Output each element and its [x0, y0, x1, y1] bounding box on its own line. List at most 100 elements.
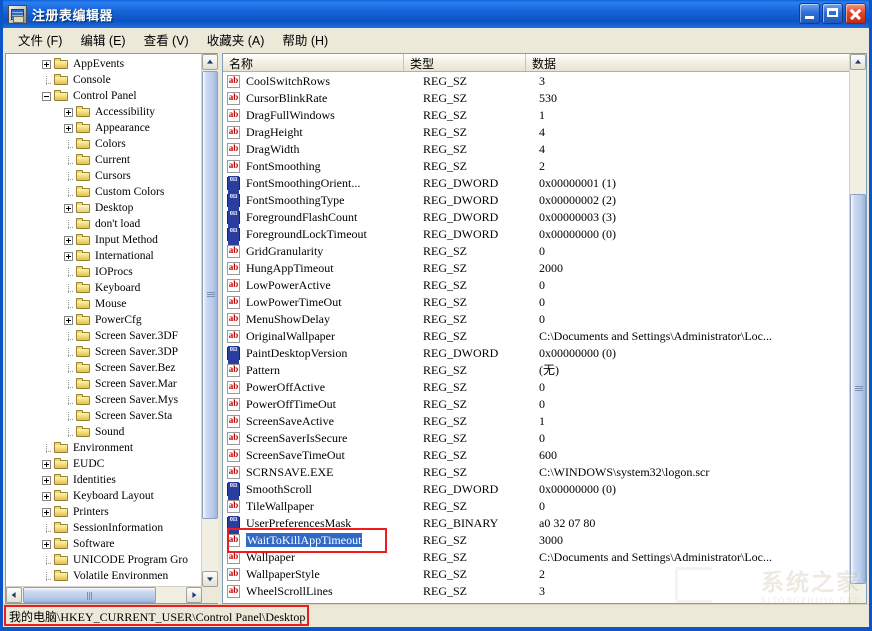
expand-plus-icon[interactable] — [42, 540, 51, 549]
table-row[interactable]: HungAppTimeoutREG_SZ2000 — [223, 260, 849, 277]
table-row[interactable]: LowPowerActiveREG_SZ0 — [223, 277, 849, 294]
expand-plus-icon[interactable] — [64, 108, 73, 117]
menu-item-favorites[interactable]: 收藏夹 (A) — [198, 28, 274, 51]
table-row[interactable]: DragWidthREG_SZ4 — [223, 141, 849, 158]
tree-item-cursors[interactable]: Cursors — [6, 168, 202, 184]
tree-scroll-right-button[interactable] — [186, 587, 202, 603]
tree-item-identities[interactable]: Identities — [6, 472, 202, 488]
tree-item-current[interactable]: Current — [6, 152, 202, 168]
tree-item-international[interactable]: International — [6, 248, 202, 264]
table-row[interactable]: WheelScrollLinesREG_SZ3 — [223, 583, 849, 600]
tree-item-console[interactable]: Console — [6, 72, 202, 88]
tree-item-environment[interactable]: Environment — [6, 440, 202, 456]
table-row[interactable]: SCRNSAVE.EXEREG_SZC:\WINDOWS\system32\lo… — [223, 464, 849, 481]
tree-item-ioprocs[interactable]: IOProcs — [6, 264, 202, 280]
tree-item-keyboard-layout[interactable]: Keyboard Layout — [6, 488, 202, 504]
tree-hscroll-thumb[interactable] — [23, 587, 156, 603]
tree-item-control-panel[interactable]: Control Panel — [6, 88, 202, 104]
table-row[interactable]: FontSmoothingOrient...REG_DWORD0x0000000… — [223, 175, 849, 192]
table-row[interactable]: WaitToKillAppTimeoutREG_SZ3000 — [223, 532, 849, 549]
column-header-data[interactable]: 数据 — [526, 54, 849, 71]
tree-item-screen-saver-sta[interactable]: Screen Saver.Sta — [6, 408, 202, 424]
tree-item-sound[interactable]: Sound — [6, 424, 202, 440]
expand-plus-icon[interactable] — [42, 460, 51, 469]
table-row[interactable]: PaintDesktopVersionREG_DWORD0x00000000 (… — [223, 345, 849, 362]
menu-item-edit[interactable]: 编辑 (E) — [71, 28, 134, 51]
menu-item-help[interactable]: 帮助 (H) — [273, 28, 337, 51]
title-bar[interactable]: 注册表编辑器 — [3, 0, 869, 28]
table-row[interactable]: ScreenSaveActiveREG_SZ1 — [223, 413, 849, 430]
table-row[interactable]: FontSmoothingTypeREG_DWORD0x00000002 (2) — [223, 192, 849, 209]
expand-plus-icon[interactable] — [42, 60, 51, 69]
expand-plus-icon[interactable] — [64, 124, 73, 133]
tree-item-screen-saver-3dp[interactable]: Screen Saver.3DP — [6, 344, 202, 360]
tree-item-input-method[interactable]: Input Method — [6, 232, 202, 248]
tree-item-appearance[interactable]: Appearance — [6, 120, 202, 136]
tree-item-accessibility[interactable]: Accessibility — [6, 104, 202, 120]
expand-plus-icon[interactable] — [64, 252, 73, 261]
tree-scroll-down-button[interactable] — [202, 571, 218, 587]
expand-plus-icon[interactable] — [64, 316, 73, 325]
registry-values-list[interactable]: CoolSwitchRowsREG_SZ3CursorBlinkRateREG_… — [223, 73, 849, 603]
table-row[interactable]: SmoothScrollREG_DWORD0x00000000 (0) — [223, 481, 849, 498]
tree-item-printers[interactable]: Printers — [6, 504, 202, 520]
table-row[interactable]: CoolSwitchRowsREG_SZ3 — [223, 73, 849, 90]
table-row[interactable]: GridGranularityREG_SZ0 — [223, 243, 849, 260]
menu-item-file[interactable]: 文件 (F) — [9, 28, 71, 51]
table-row[interactable]: WallpaperStyleREG_SZ2 — [223, 566, 849, 583]
tree-item-unicode-program-gro[interactable]: UNICODE Program Gro — [6, 552, 202, 568]
tree-scroll-left-button[interactable] — [6, 587, 22, 603]
tree-item-colors[interactable]: Colors — [6, 136, 202, 152]
tree-item-custom-colors[interactable]: Custom Colors — [6, 184, 202, 200]
registry-tree[interactable]: AppEventsConsoleControl PanelAccessibili… — [6, 54, 202, 587]
table-row[interactable]: ScreenSaveTimeOutREG_SZ600 — [223, 447, 849, 464]
tree-item-mouse[interactable]: Mouse — [6, 296, 202, 312]
collapse-minus-icon[interactable] — [42, 92, 51, 101]
expand-plus-icon[interactable] — [64, 204, 73, 213]
table-row[interactable]: UserPreferencesMaskREG_BINARYa0 32 07 80 — [223, 515, 849, 532]
table-row[interactable]: WallpaperREG_SZC:\Documents and Settings… — [223, 549, 849, 566]
tree-item-eudc[interactable]: EUDC — [6, 456, 202, 472]
tree-item-screen-saver-3df[interactable]: Screen Saver.3DF — [6, 328, 202, 344]
table-row[interactable]: ForegroundFlashCountREG_DWORD0x00000003 … — [223, 209, 849, 226]
tree-item-powercfg[interactable]: PowerCfg — [6, 312, 202, 328]
tree-scroll-up-button[interactable] — [202, 54, 218, 70]
table-row[interactable]: LowPowerTimeOutREG_SZ0 — [223, 294, 849, 311]
expand-plus-icon[interactable] — [64, 236, 73, 245]
tree-item-volatile-environmen[interactable]: Volatile Environmen — [6, 568, 202, 584]
tree-vertical-scrollbar[interactable] — [201, 54, 218, 587]
table-row[interactable]: DragFullWindowsREG_SZ1 — [223, 107, 849, 124]
table-row[interactable]: MenuShowDelayREG_SZ0 — [223, 311, 849, 328]
tree-item-screen-saver-mys[interactable]: Screen Saver.Mys — [6, 392, 202, 408]
column-header-name[interactable]: 名称 — [223, 54, 404, 71]
maximize-button[interactable] — [822, 3, 843, 24]
tree-item-software[interactable]: Software — [6, 536, 202, 552]
tree-item-keyboard[interactable]: Keyboard — [6, 280, 202, 296]
expand-plus-icon[interactable] — [42, 492, 51, 501]
tree-scroll-thumb[interactable] — [202, 71, 218, 519]
table-row[interactable]: PatternREG_SZ(无) — [223, 362, 849, 379]
close-button[interactable] — [845, 3, 866, 24]
expand-plus-icon[interactable] — [42, 508, 51, 517]
tree-item-desktop[interactable]: Desktop — [6, 200, 202, 216]
tree-item-screen-saver-bez[interactable]: Screen Saver.Bez — [6, 360, 202, 376]
menu-item-view[interactable]: 查看 (V) — [135, 28, 198, 51]
table-row[interactable]: PowerOffTimeOutREG_SZ0 — [223, 396, 849, 413]
values-scroll-thumb[interactable] — [850, 194, 866, 584]
table-row[interactable]: CursorBlinkRateREG_SZ530 — [223, 90, 849, 107]
tree-item-appevents[interactable]: AppEvents — [6, 56, 202, 72]
table-row[interactable]: FontSmoothingREG_SZ2 — [223, 158, 849, 175]
tree-item-don-t-load[interactable]: don't load — [6, 216, 202, 232]
table-row[interactable]: ScreenSaverIsSecureREG_SZ0 — [223, 430, 849, 447]
column-header-type[interactable]: 类型 — [404, 54, 526, 71]
table-row[interactable]: PowerOffActiveREG_SZ0 — [223, 379, 849, 396]
table-row[interactable]: DragHeightREG_SZ4 — [223, 124, 849, 141]
values-scroll-up-button[interactable] — [850, 54, 866, 70]
tree-item-screen-saver-mar[interactable]: Screen Saver.Mar — [6, 376, 202, 392]
tree-item-sessioninformation[interactable]: SessionInformation — [6, 520, 202, 536]
expand-plus-icon[interactable] — [42, 476, 51, 485]
table-row[interactable]: TileWallpaperREG_SZ0 — [223, 498, 849, 515]
table-row[interactable]: OriginalWallpaperREG_SZC:\Documents and … — [223, 328, 849, 345]
values-vertical-scrollbar[interactable] — [849, 54, 866, 603]
table-row[interactable]: ForegroundLockTimeoutREG_DWORD0x00000000… — [223, 226, 849, 243]
